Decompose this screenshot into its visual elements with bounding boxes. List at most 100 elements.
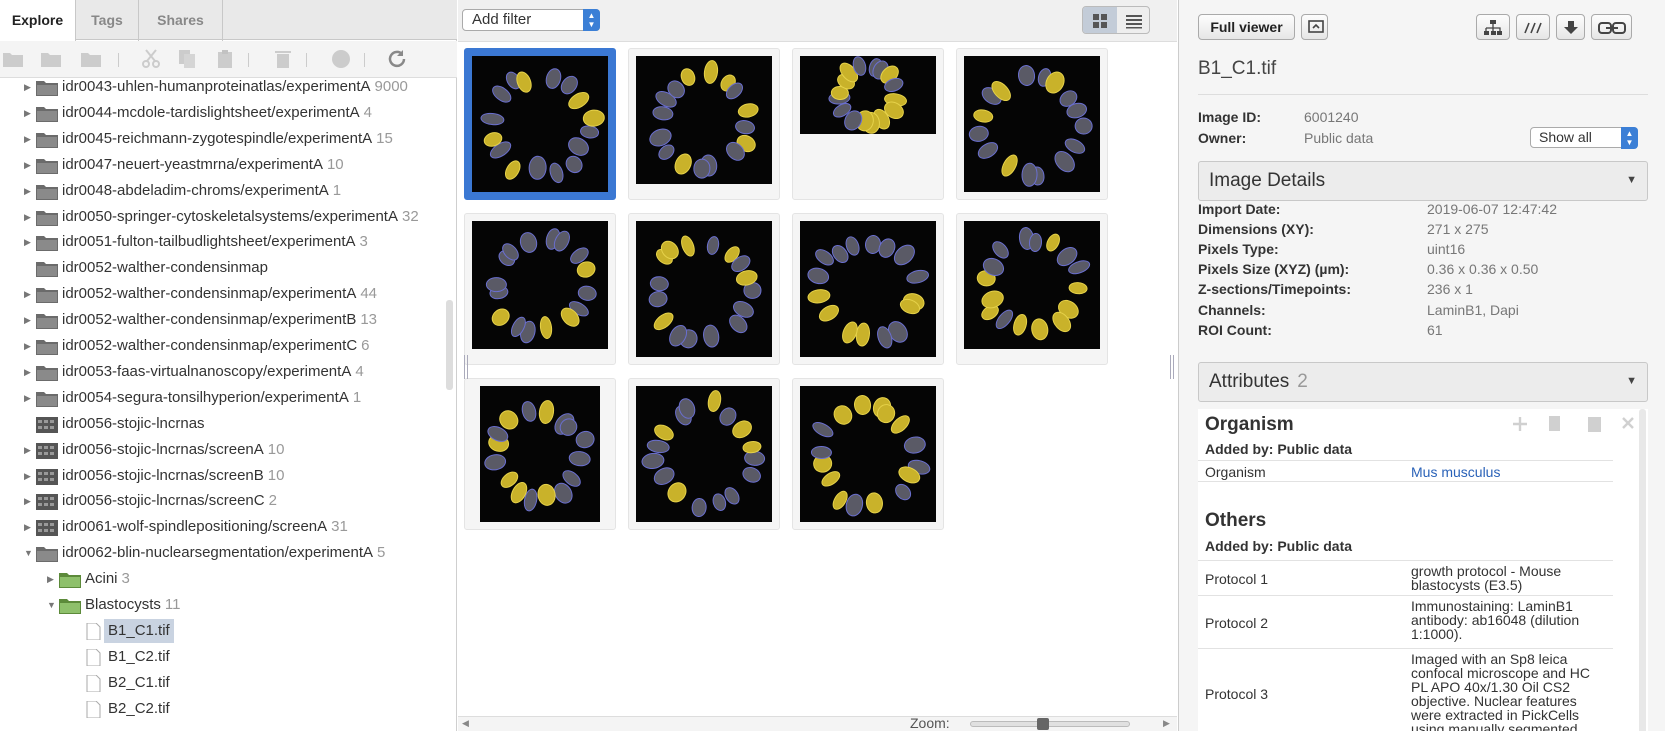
nucleus-mark	[819, 469, 842, 489]
collapsed-arrow-icon[interactable]: ▶	[24, 127, 34, 151]
tree-scrollbar[interactable]	[446, 300, 453, 390]
scroll-right-icon[interactable]: ▶	[1163, 718, 1170, 729]
thumbnail[interactable]	[464, 378, 616, 530]
thumbnail[interactable]	[956, 48, 1108, 200]
collapsed-arrow-icon[interactable]: ▶	[24, 230, 34, 254]
collapsed-arrow-icon[interactable]: ▶	[24, 282, 34, 306]
image-details-title: Image Details	[1209, 170, 1326, 191]
hierarchy-button[interactable]	[1476, 14, 1510, 40]
tree-item-label: idr0056-stojic-lncrnas	[62, 412, 205, 436]
collapsed-arrow-icon[interactable]: ▶	[24, 334, 34, 358]
center-statusbar: ◀ Zoom: ▶	[458, 715, 1177, 731]
link-button[interactable]	[1591, 14, 1632, 40]
image-file-icon	[82, 648, 104, 667]
tree-item-label: idr0051-fulton-tailbudlightsheet/experim…	[62, 230, 368, 254]
nucleus-mark	[990, 239, 1011, 260]
right-splitter[interactable]	[1170, 355, 1174, 379]
add-filter-select[interactable]: Add filter ▲ ▼	[462, 9, 600, 31]
download-button[interactable]	[1556, 14, 1585, 40]
image-details-header[interactable]: Image Details ▼	[1198, 161, 1648, 201]
tree-item-label: idr0050-springer-cytoskeletalsystems/exp…	[62, 205, 419, 229]
list-view-button[interactable]	[1117, 7, 1149, 33]
thumbnail[interactable]	[628, 48, 780, 200]
thumbnail[interactable]	[792, 48, 944, 200]
copy-icon[interactable]	[176, 48, 198, 70]
thumbnail[interactable]	[628, 378, 780, 530]
paste-icon[interactable]	[214, 48, 236, 70]
zoom-label: Zoom:	[910, 715, 950, 731]
nucleus-mark	[514, 70, 534, 95]
nucleus-mark	[537, 483, 557, 506]
collapsed-arrow-icon[interactable]: ▶	[24, 464, 34, 488]
nucleus-mark	[968, 125, 990, 142]
nucleus-mark	[665, 480, 690, 505]
nucleus-mark	[503, 159, 523, 182]
expanded-arrow-icon[interactable]: ▼	[47, 593, 57, 617]
thumbnail[interactable]	[956, 213, 1108, 365]
thumbnail[interactable]	[792, 378, 944, 530]
nucleus-mark	[490, 83, 513, 105]
thumbnail[interactable]	[628, 213, 780, 365]
tree-item-label: idr0052-walther-condensinmap/experimentC…	[62, 334, 370, 358]
nucleus-mark	[976, 140, 1000, 161]
screen-icon	[36, 493, 58, 511]
tab-explore[interactable]: Explore	[0, 0, 76, 41]
thumbnail[interactable]	[464, 213, 616, 365]
show-all-select[interactable]: Show all ▲ ▼	[1530, 127, 1638, 149]
tree-item-text: idr0062-blin-nuclearsegmentation/experim…	[62, 544, 374, 562]
scroll-left-icon[interactable]: ◀	[462, 718, 469, 729]
nucleus-mark	[518, 231, 538, 254]
organism-link[interactable]: Mus musculus	[1411, 465, 1606, 479]
collapsed-arrow-icon[interactable]: ▶	[24, 79, 34, 99]
folder-dark-icon	[36, 364, 58, 381]
tab-shares[interactable]: Shares	[139, 0, 223, 41]
collapsed-arrow-icon[interactable]: ▶	[24, 515, 34, 539]
zoom-slider-handle[interactable]	[1037, 718, 1049, 730]
nucleus-mark	[652, 106, 673, 121]
nucleus-mark	[481, 112, 504, 126]
detail-value: 2019-06-07 12:47:42	[1427, 201, 1557, 217]
tab-tags[interactable]: Tags	[76, 0, 139, 41]
attributes-scrollbar[interactable]	[1639, 409, 1646, 731]
collapsed-arrow-icon[interactable]: ▶	[24, 179, 34, 203]
collapsed-arrow-icon[interactable]: ▶	[24, 489, 34, 513]
nucleus-mark	[811, 420, 835, 440]
metadata-panel: Full viewer B1_C1.tif Image ID: 6001240 …	[1178, 0, 1665, 731]
folder-open-icon[interactable]	[80, 48, 102, 70]
left-splitter[interactable]	[464, 355, 468, 379]
zoom-slider[interactable]	[970, 718, 1130, 730]
full-viewer-button[interactable]: Full viewer	[1198, 14, 1295, 40]
script-button[interactable]	[1516, 14, 1550, 40]
cut-icon[interactable]	[140, 48, 162, 70]
collapsed-arrow-icon[interactable]: ▶	[24, 360, 34, 384]
nucleus-mark	[806, 266, 830, 286]
protocol-value: Imaged with an Sp8 leica confocal micros…	[1411, 651, 1590, 731]
tree-item-label: idr0062-blin-nuclearsegmentation/experim…	[62, 541, 385, 565]
collapsed-arrow-icon[interactable]: ▶	[24, 386, 34, 410]
collapsed-arrow-icon[interactable]: ▶	[47, 567, 57, 591]
attributes-header[interactable]: Attributes 2 ▼	[1198, 362, 1648, 402]
globe-icon[interactable]	[330, 48, 352, 70]
refresh-icon[interactable]	[386, 48, 408, 70]
protocol-key: Protocol 1	[1205, 571, 1269, 587]
folder-dark-icon	[36, 338, 58, 355]
grid-view-button[interactable]	[1083, 7, 1117, 33]
thumbnail-image	[964, 56, 1100, 192]
collapsed-arrow-icon[interactable]: ▶	[24, 101, 34, 125]
delete-icon[interactable]	[272, 48, 294, 70]
thumbnail[interactable]	[464, 48, 616, 200]
collapsed-arrow-icon[interactable]: ▶	[24, 153, 34, 177]
folder-dark-icon	[36, 105, 58, 122]
detail-label: Pixels Type:	[1198, 241, 1279, 258]
expanded-arrow-icon[interactable]: ▼	[24, 541, 34, 565]
open-with-button[interactable]	[1301, 14, 1328, 40]
collapsed-arrow-icon[interactable]: ▶	[24, 205, 34, 229]
new-folder-icon[interactable]	[40, 48, 62, 70]
collapsed-arrow-icon[interactable]: ▶	[24, 308, 34, 332]
folder-icon[interactable]	[2, 48, 24, 70]
nucleus-mark	[679, 67, 697, 87]
collapsed-arrow-icon[interactable]: ▶	[24, 438, 34, 462]
tree-item-label: B2_C2.tif	[108, 697, 170, 721]
tree-item-count: 6	[361, 337, 370, 354]
thumbnail[interactable]	[792, 213, 944, 365]
